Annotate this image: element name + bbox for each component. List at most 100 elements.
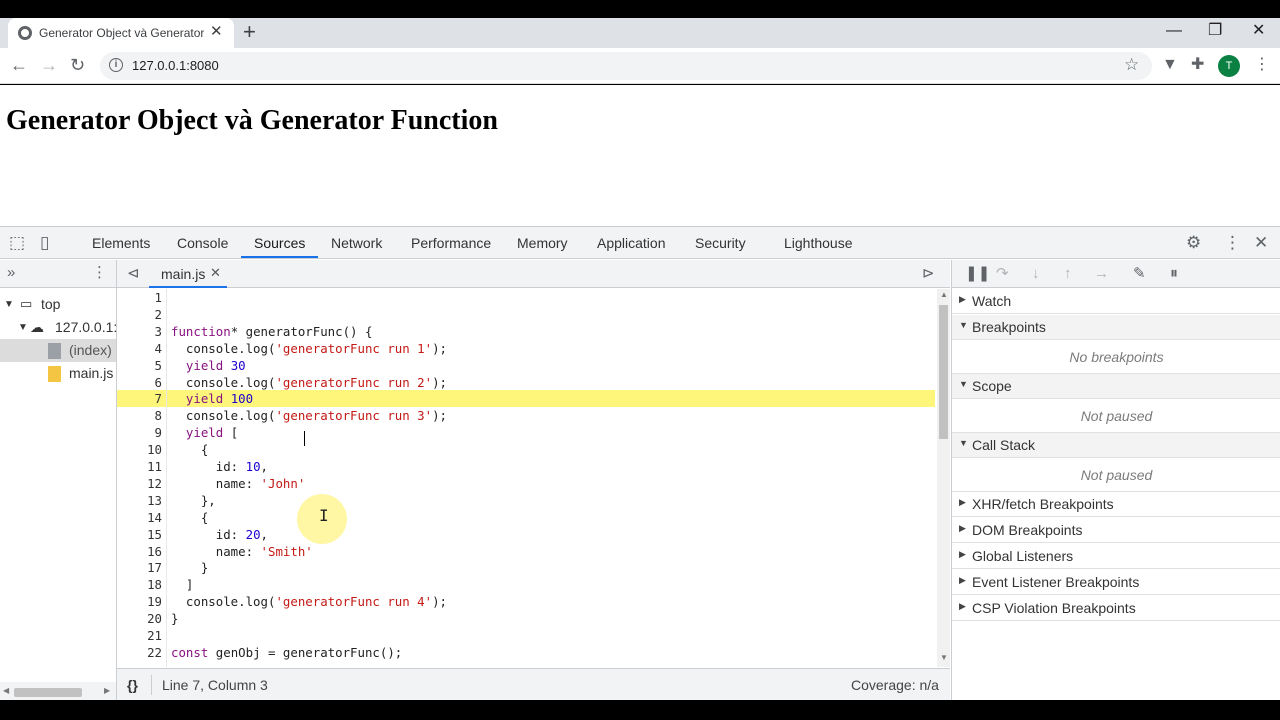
back-icon[interactable]: ← xyxy=(10,56,28,74)
line-number[interactable]: 17 xyxy=(117,559,162,576)
csp-violation-breakpoints-header[interactable]: ▶ CSP Violation Breakpoints xyxy=(952,596,1280,621)
line-number[interactable]: 14 xyxy=(117,509,162,526)
code-line[interactable]: 21 xyxy=(117,627,935,644)
extensions-puzzle-icon[interactable]: ✚ xyxy=(1191,56,1204,74)
tree-item-index[interactable]: (index) xyxy=(0,339,116,362)
code-line[interactable]: 20} xyxy=(117,610,935,627)
line-number[interactable]: 8 xyxy=(117,407,162,424)
editor-scrollbar[interactable]: ▲ ▼ xyxy=(937,289,950,667)
settings-gear-icon[interactable]: ⚙ xyxy=(1186,233,1201,253)
toggle-debugger-icon[interactable]: ⊳ xyxy=(922,264,935,284)
line-number[interactable]: 5 xyxy=(117,357,162,374)
line-number[interactable]: 19 xyxy=(117,593,162,610)
tree-item-mainjs[interactable]: main.js xyxy=(0,362,116,385)
line-number[interactable]: 15 xyxy=(117,526,162,543)
close-tab-icon[interactable]: ✕ xyxy=(210,24,223,40)
code-line[interactable]: 18 ] xyxy=(117,576,935,593)
device-toolbar-icon[interactable]: ▯ xyxy=(40,233,49,253)
code-line[interactable]: 9 yield [ xyxy=(117,424,935,441)
call-stack-header[interactable]: ▼ Call Stack xyxy=(952,433,1280,458)
tree-item-origin[interactable]: ▼ ☁ 127.0.0.1:8 xyxy=(0,316,125,339)
dom-breakpoints-header[interactable]: ▶ DOM Breakpoints xyxy=(952,518,1280,543)
scrollbar-thumb[interactable] xyxy=(939,305,948,439)
line-number[interactable]: 21 xyxy=(117,627,162,644)
code-line[interactable]: 2 xyxy=(117,306,935,323)
code-line[interactable]: 7 yield 100 xyxy=(117,390,935,408)
line-number[interactable]: 4 xyxy=(117,340,162,357)
line-number[interactable]: 11 xyxy=(117,458,162,475)
navigator-menu-icon[interactable]: ⋮ xyxy=(92,263,107,283)
profile-avatar[interactable]: T xyxy=(1218,55,1240,77)
line-number[interactable]: 3 xyxy=(117,323,162,340)
close-devtools-icon[interactable]: ✕ xyxy=(1254,233,1268,253)
devtools-menu-icon[interactable]: ⋮ xyxy=(1224,233,1241,253)
code-line[interactable]: 13 }, xyxy=(117,492,935,509)
toggle-navigator-icon[interactable]: ⊲ xyxy=(127,264,140,284)
line-number[interactable]: 6 xyxy=(117,374,162,391)
code-line[interactable]: 4 console.log('generatorFunc run 1'); xyxy=(117,340,935,357)
code-area[interactable]: 1 2 3 function* generatorFunc() {4 console.… xyxy=(117,289,937,667)
step-into-icon[interactable]: ↓ xyxy=(1032,265,1040,283)
step-icon[interactable]: → xyxy=(1094,265,1109,283)
code-line[interactable]: 5 yield 30 xyxy=(117,357,935,374)
code-line[interactable]: 6 console.log('generatorFunc run 2'); xyxy=(117,374,935,391)
scroll-right-icon[interactable]: ▶ xyxy=(104,686,110,695)
url-text[interactable]: 127.0.0.1:8080 xyxy=(132,58,219,73)
scroll-left-icon[interactable]: ◀ xyxy=(3,686,9,695)
line-number[interactable]: 7 xyxy=(117,390,162,407)
tab-console[interactable]: Console xyxy=(177,235,228,251)
reload-icon[interactable]: ↻ xyxy=(70,56,85,74)
more-tabs-icon[interactable]: » xyxy=(7,263,15,283)
line-number[interactable]: 2 xyxy=(117,306,162,323)
minimize-icon[interactable]: — xyxy=(1166,22,1182,40)
line-number[interactable]: 16 xyxy=(117,543,162,560)
step-over-icon[interactable]: ↷ xyxy=(996,265,1009,283)
code-line[interactable]: 12 name: 'John' xyxy=(117,475,935,492)
tree-item-top[interactable]: ▼ ▭ top xyxy=(0,293,116,316)
scope-header[interactable]: ▼ Scope xyxy=(952,374,1280,399)
line-number[interactable]: 18 xyxy=(117,576,162,593)
watch-header[interactable]: ▶ Watch xyxy=(952,289,1280,314)
vue-devtools-icon[interactable]: ▼ xyxy=(1162,56,1178,74)
file-tab-mainjs[interactable]: main.js ✕ xyxy=(149,260,227,288)
restore-icon[interactable]: ❐ xyxy=(1208,22,1222,40)
info-icon[interactable]: i xyxy=(109,58,123,72)
code-line[interactable]: 8 console.log('generatorFunc run 3'); xyxy=(117,407,935,424)
tab-lighthouse[interactable]: Lighthouse xyxy=(784,235,853,251)
line-number[interactable]: 13 xyxy=(117,492,162,509)
code-line[interactable]: 14 { xyxy=(117,509,935,526)
bookmark-star-icon[interactable]: ☆ xyxy=(1124,55,1139,75)
pretty-print-icon[interactable]: {} xyxy=(127,677,138,693)
tab-security[interactable]: Security xyxy=(695,235,746,251)
line-number[interactable]: 22 xyxy=(117,644,162,661)
code-line[interactable]: 3 function* generatorFunc() { xyxy=(117,323,935,340)
line-number[interactable]: 12 xyxy=(117,475,162,492)
code-line[interactable]: 22 const genObj = generatorFunc(); xyxy=(117,644,935,661)
address-bar[interactable]: i 127.0.0.1:8080 ☆ xyxy=(100,52,1152,80)
inspect-element-icon[interactable]: ⬚ xyxy=(9,233,25,253)
global-listeners-header[interactable]: ▶ Global Listeners xyxy=(952,544,1280,569)
code-line[interactable]: 17 } xyxy=(117,559,935,576)
code-line[interactable]: 10 { xyxy=(117,441,935,458)
scroll-down-icon[interactable]: ▼ xyxy=(940,653,948,662)
tab-performance[interactable]: Performance xyxy=(411,235,491,251)
deactivate-breakpoints-icon[interactable]: ✎ xyxy=(1133,265,1146,283)
close-file-icon[interactable]: ✕ xyxy=(210,265,221,281)
scrollbar-thumb[interactable] xyxy=(14,688,82,697)
browser-tab[interactable]: Generator Object và Generator F ✕ xyxy=(8,18,234,48)
step-out-icon[interactable]: ↑ xyxy=(1064,265,1072,283)
close-window-icon[interactable]: ✕ xyxy=(1252,22,1265,40)
scroll-up-icon[interactable]: ▲ xyxy=(940,290,948,299)
line-number[interactable]: 1 xyxy=(117,289,162,306)
code-line[interactable]: 19 console.log('generatorFunc run 4'); xyxy=(117,593,935,610)
code-line[interactable]: 16 name: 'Smith' xyxy=(117,543,935,560)
code-line[interactable]: 15 id: 20, xyxy=(117,526,935,543)
new-tab-icon[interactable]: + xyxy=(243,21,256,43)
tab-sources[interactable]: Sources xyxy=(254,235,305,251)
menu-kebab-icon[interactable]: ⋮ xyxy=(1254,56,1270,74)
tab-network[interactable]: Network xyxy=(331,235,382,251)
code-line[interactable]: 1 xyxy=(117,289,935,306)
breakpoints-header[interactable]: ▼ Breakpoints xyxy=(952,315,1280,340)
code-line[interactable]: 11 id: 10, xyxy=(117,458,935,475)
tab-memory[interactable]: Memory xyxy=(517,235,568,251)
